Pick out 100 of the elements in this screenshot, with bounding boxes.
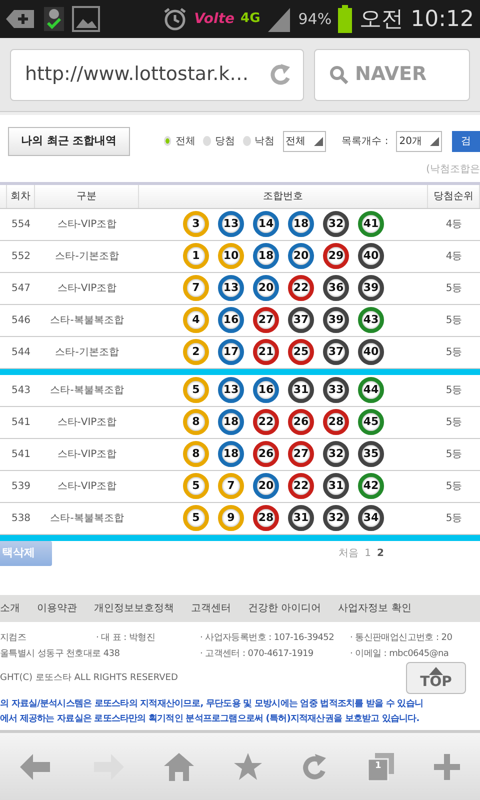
- notice-text: 의 자료실/분석시스템은 로또스타의 지적재산이므로, 무단도용 및 모방시에는 엄중 법적조치를 받을 수 있습니: [0, 698, 424, 710]
- footer-info-text: 지컴즈: [0, 632, 28, 644]
- history-button[interactable]: 나의 최근 조합내역: [8, 127, 130, 156]
- lotto-ball: 5: [183, 505, 209, 531]
- top-button[interactable]: TOP: [406, 662, 466, 694]
- new-tab-button[interactable]: [434, 754, 460, 780]
- footer-link[interactable]: 이용약관: [37, 600, 77, 616]
- refresh-button[interactable]: [302, 752, 328, 780]
- radio-button[interactable]: [243, 136, 251, 146]
- dropdown-arrow-icon: [314, 136, 323, 146]
- lotto-ball: 22: [288, 275, 314, 301]
- footer-link[interactable]: 고객센터: [191, 600, 231, 616]
- column-header: 구분: [35, 184, 139, 208]
- alarm-clock-icon: [162, 6, 188, 32]
- type-cell-text: 스타-VIP조합: [56, 480, 118, 494]
- lotto-ball: 20: [288, 243, 314, 269]
- add-notification-icon: [6, 8, 36, 30]
- lotto-ball: 7: [183, 275, 209, 301]
- search-icon: [329, 64, 349, 84]
- lotto-ball: 17: [218, 339, 244, 365]
- lotto-ball: 18: [288, 211, 314, 237]
- radio-label: 당첨: [215, 134, 236, 149]
- lotto-ball: 32: [323, 211, 349, 237]
- lotto-ball: 40: [358, 339, 384, 365]
- footer-info-text: · 사업자등록번호 : 107-16-39452: [200, 632, 336, 644]
- rank-cell-text: 5등: [444, 314, 464, 328]
- count-select[interactable]: 20개: [396, 130, 442, 152]
- footer-link[interactable]: 사업자정보 확인: [338, 600, 412, 616]
- type-select[interactable]: 전체: [282, 130, 326, 152]
- lotto-ball: 18: [253, 243, 279, 269]
- lotto-ball: 29: [323, 243, 349, 269]
- caret-up-icon: [429, 666, 443, 674]
- type-cell-text: 스타-복불복조합: [49, 384, 125, 398]
- footer-info-text: · 이메일 : mbc0645@na: [350, 648, 450, 660]
- round-cell-text: 554: [10, 218, 32, 232]
- rank-cell-text: 5등: [444, 448, 464, 462]
- lotto-ball: 34: [358, 505, 384, 531]
- footer-link[interactable]: 개인정보보호정책: [94, 600, 174, 616]
- lotto-ball: 22: [288, 473, 314, 499]
- footer-link[interactable]: 건강한 아이디어: [248, 600, 322, 616]
- lotto-ball: 25: [288, 339, 314, 365]
- radio-button[interactable]: [164, 136, 172, 146]
- lotto-ball: 31: [323, 473, 349, 499]
- clock: 오전 10:12: [360, 6, 474, 34]
- lotto-ball: 26: [253, 441, 279, 467]
- footer-link[interactable]: 소개: [0, 600, 20, 616]
- copyright-text: GHT(C) 로또스타 ALL RIGHTS RESERVED: [0, 672, 178, 684]
- page-link[interactable]: 2: [377, 546, 384, 561]
- type-cell-text: 스타-VIP조합: [56, 416, 118, 430]
- lotto-ball: 5: [183, 473, 209, 499]
- shield-check-icon: [42, 5, 66, 33]
- lotto-ball: 28: [253, 505, 279, 531]
- address-bar[interactable]: http://www.lottostar.k…: [10, 48, 304, 100]
- lotto-ball: 21: [253, 339, 279, 365]
- round-cell-text: 546: [10, 314, 32, 328]
- network-type-label: 4G: [240, 10, 260, 28]
- column-header: 회차: [7, 184, 35, 208]
- round-cell-text: 552: [10, 250, 32, 264]
- round-cell-text: 547: [10, 282, 32, 296]
- lotto-ball: 4: [183, 307, 209, 333]
- search-button[interactable]: 검: [452, 130, 480, 152]
- notice-text: 에서 제공하는 자료실은 로또스타만의 획기적인 분석프로그램으로써 (특허)지적재산권을 보호받고 있습니다.: [0, 712, 420, 726]
- lotto-ball: 13: [218, 275, 244, 301]
- volte-label: Volte: [194, 10, 235, 28]
- rank-cell-text: 5등: [444, 480, 464, 494]
- lotto-ball: 9: [218, 505, 244, 531]
- lotto-ball: 27: [288, 441, 314, 467]
- radio-button[interactable]: [203, 136, 212, 146]
- round-cell-text: 538: [10, 512, 32, 526]
- rank-cell-text: 4등: [444, 218, 464, 232]
- refresh-icon[interactable]: [269, 62, 293, 86]
- lotto-ball: 44: [358, 377, 384, 403]
- lotto-ball: 8: [183, 441, 209, 467]
- lotto-ball: 10: [218, 243, 244, 269]
- type-cell-text: 스타-VIP조합: [56, 282, 118, 296]
- footer-info-text: · 고객센터 : 070-4617-1919: [200, 648, 314, 660]
- back-button[interactable]: [20, 752, 52, 780]
- type-cell-text: 스타-VIP조합: [56, 448, 118, 462]
- round-cell-text: 541: [10, 416, 32, 430]
- lotto-ball: 14: [253, 211, 279, 237]
- home-button[interactable]: [164, 752, 194, 780]
- lotto-ball: 45: [358, 409, 384, 435]
- lotto-ball: 32: [323, 505, 349, 531]
- lotto-ball: 43: [358, 307, 384, 333]
- type-cell-text: 스타-기본조합: [54, 250, 120, 264]
- image-icon: [72, 6, 100, 32]
- bookmark-star-button[interactable]: [234, 752, 262, 780]
- battery-percent: 94%: [298, 8, 332, 30]
- round-cell-text: 541: [10, 448, 32, 462]
- lotto-ball: 37: [288, 307, 314, 333]
- round-cell-text: 543: [10, 384, 32, 398]
- lotto-ball: 27: [253, 307, 279, 333]
- lotto-ball: 42: [358, 473, 384, 499]
- lotto-ball: 13: [218, 211, 244, 237]
- round-cell-text: 539: [10, 480, 32, 494]
- lotto-ball: 13: [218, 377, 244, 403]
- lotto-ball: 7: [218, 473, 244, 499]
- lotto-ball: 28: [323, 409, 349, 435]
- lotto-ball: 8: [183, 409, 209, 435]
- rank-cell-text: 5등: [444, 384, 464, 398]
